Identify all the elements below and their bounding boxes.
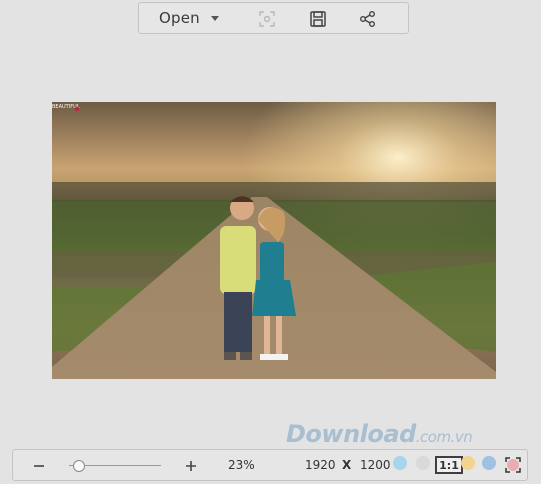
background-color-dot-lightblue[interactable] [482,456,496,470]
watermark-sub-text: .com.vn [415,428,473,446]
watermark-main-text: Download [286,420,416,448]
save-icon[interactable] [308,9,328,29]
zoom-slider-knob[interactable] [73,460,86,472]
actual-size-button[interactable]: 1:1 [435,456,463,474]
zoom-percent: 23% [228,458,255,472]
image-width: 1920 [305,458,336,472]
photo-scene [52,102,496,379]
background-color-dot-blue[interactable] [393,456,407,470]
open-button[interactable]: Open [159,3,237,33]
photo-watermark-logo: BEAUTIFUL [52,104,80,112]
download-watermark: Download.com.vn [286,420,473,448]
top-toolbar: Open [138,2,409,34]
photo-viewer-image: BEAUTIFUL [52,102,496,379]
share-icon[interactable] [358,9,378,29]
open-label: Open [159,9,200,27]
image-height: 1200 [360,458,391,472]
zoom-in-icon[interactable] [183,458,199,474]
background-color-dot-yellow[interactable] [461,456,475,470]
zoom-out-icon[interactable] [31,458,47,474]
bottom-bar: 23% 1920 X 1200 1:1 [12,449,528,481]
chevron-down-icon[interactable] [210,13,220,23]
dimension-separator: X [342,458,352,472]
background-color-dot-grey[interactable] [416,456,430,470]
crop-icon[interactable] [257,9,277,29]
fullscreen-icon[interactable] [505,457,521,473]
